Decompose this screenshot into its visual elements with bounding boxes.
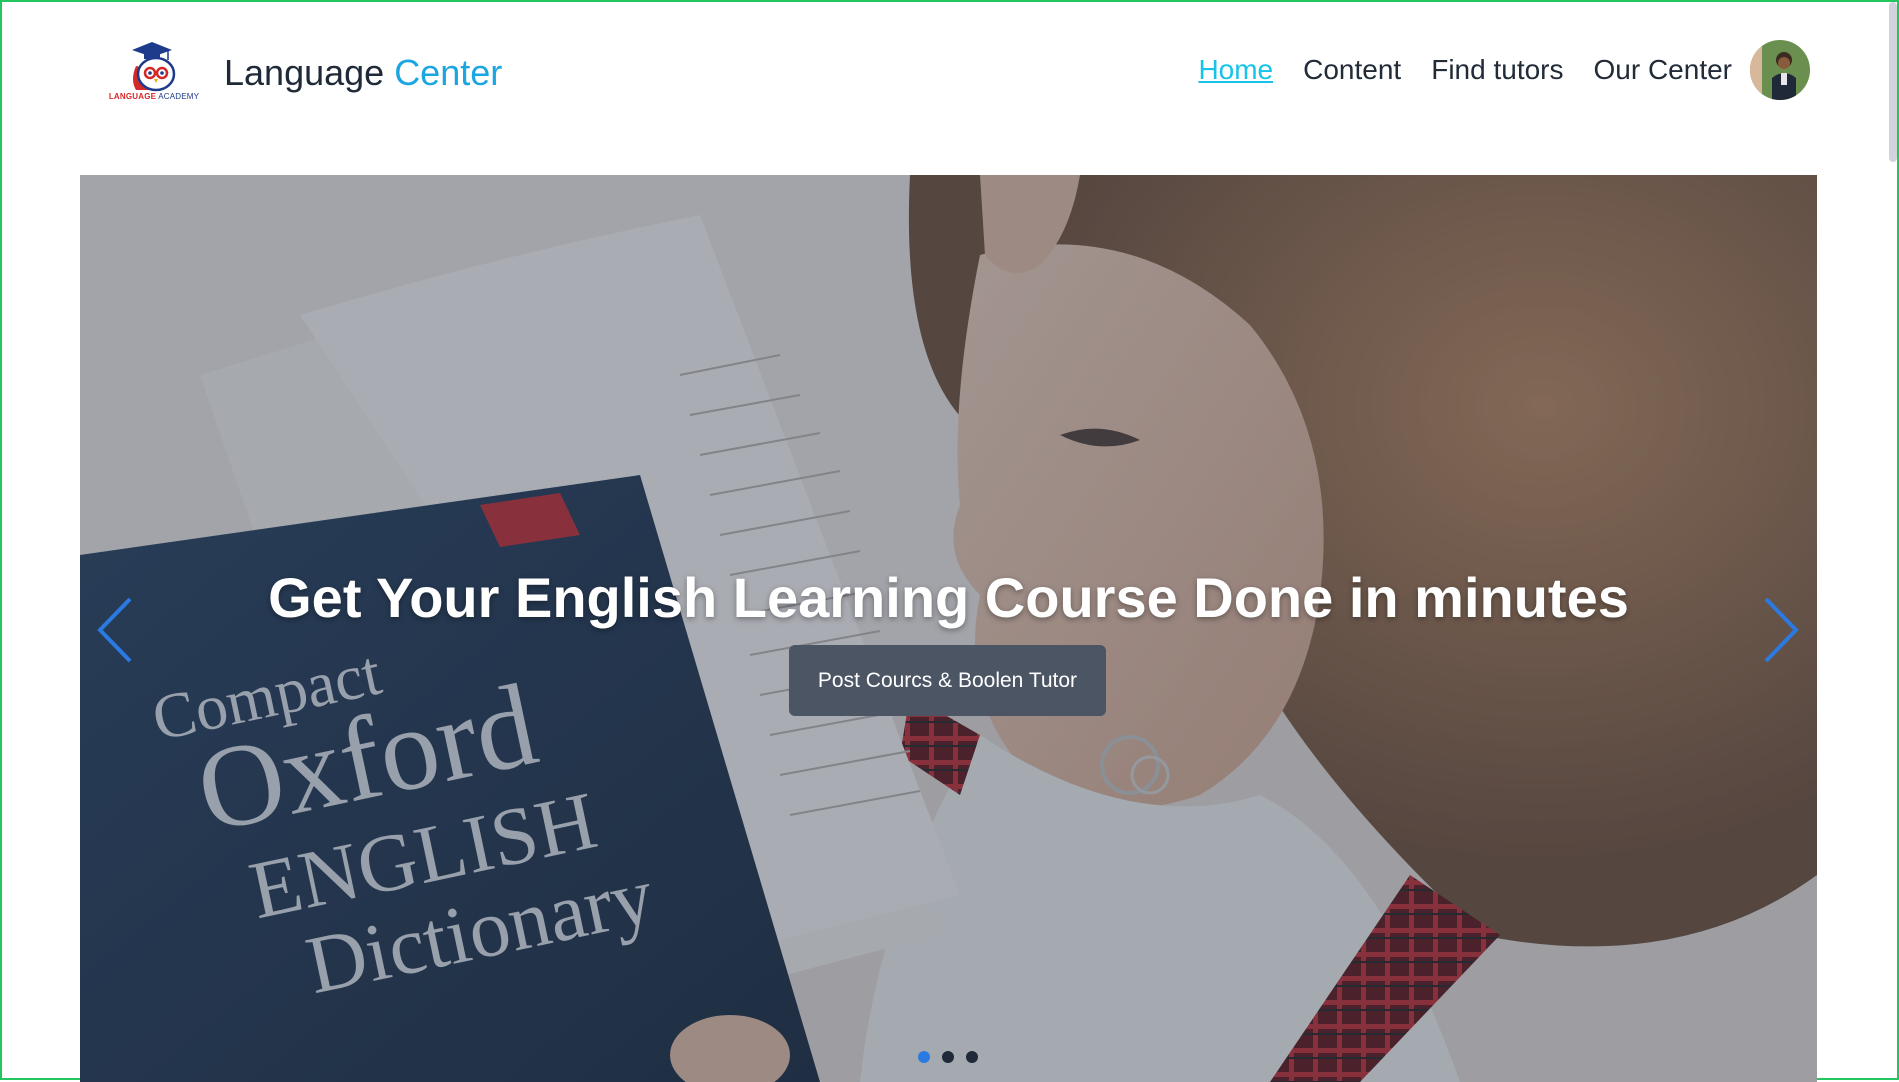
logo[interactable]: LANGUAGE ACADEMY xyxy=(106,40,200,106)
carousel-indicators xyxy=(918,1051,978,1063)
chevron-left-icon xyxy=(97,597,132,663)
nav-our-center-link[interactable]: Our Center xyxy=(1594,54,1733,86)
carousel-dot-1[interactable] xyxy=(918,1051,930,1063)
hero-carousel: Compact Oxford ENGLISH Dictionary Get Yo… xyxy=(80,175,1817,1082)
logo-wordmark: LANGUAGE ACADEMY xyxy=(108,92,200,101)
nav-home-link[interactable]: Home xyxy=(1198,54,1273,86)
user-avatar-icon xyxy=(1750,40,1810,100)
nav-find-tutors-link[interactable]: Find tutors xyxy=(1431,54,1563,86)
nav-content-link[interactable]: Content xyxy=(1303,54,1401,86)
hero-title: Get Your English Learning Course Done in… xyxy=(268,566,1629,629)
carousel-dot-2[interactable] xyxy=(942,1051,954,1063)
carousel-next-button[interactable] xyxy=(1760,595,1800,665)
brand-title-primary: Language xyxy=(224,52,385,93)
logo-owl-icon xyxy=(132,42,176,92)
main-nav: Home Content Find tutors Our Center xyxy=(1198,54,1732,86)
post-course-button[interactable]: Post Courcs & Boolen Tutor xyxy=(789,645,1106,716)
carousel-dot-3[interactable] xyxy=(966,1051,978,1063)
user-avatar[interactable] xyxy=(1750,40,1810,100)
logo-text-language: LANGUAGE xyxy=(108,92,157,101)
carousel-prev-button[interactable] xyxy=(96,595,136,665)
logo-text-academy: ACADEMY xyxy=(158,92,200,101)
brand-title[interactable]: Language Center xyxy=(224,52,502,94)
site-header: LANGUAGE ACADEMY Language Center Home Co… xyxy=(2,2,1897,142)
chevron-right-icon xyxy=(1764,597,1799,663)
brand-title-accent: Center xyxy=(394,52,503,93)
